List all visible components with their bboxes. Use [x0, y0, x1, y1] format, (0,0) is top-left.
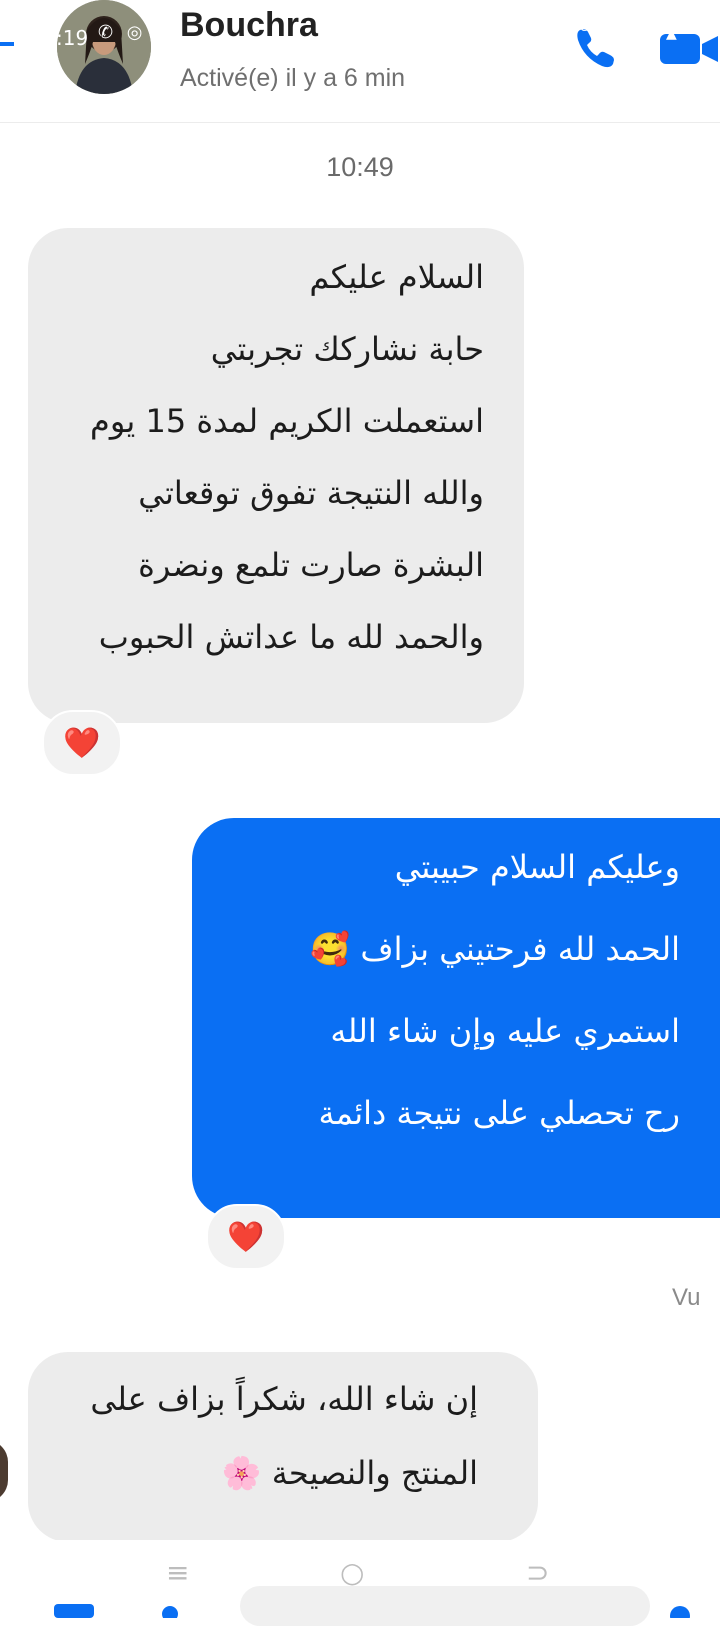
message-line: السلام عليكم [309, 258, 484, 296]
message-line: المنتج والنصيحة 🌸 [221, 1454, 478, 1492]
network-indicator: 4G [573, 21, 589, 34]
message-line: الحمد لله فرحتيني بزاف 🥰 [310, 930, 680, 968]
contact-name[interactable]: Bouchra [180, 6, 318, 45]
back-nav-icon[interactable]: ⊃ [526, 1556, 549, 1589]
recent-apps-icon[interactable]: ≡ [166, 1556, 189, 1589]
status-time: :19 [56, 26, 89, 50]
heart-icon: ❤️ [63, 725, 101, 761]
message-line: وعليكم السلام حبيبتي [394, 848, 680, 886]
message-line: والحمد لله ما عداتش الحبوب [98, 618, 484, 656]
message-line: البشرة صارت تلمع ونضرة [138, 546, 484, 584]
battery-indicator: ▲ [666, 26, 677, 42]
incoming-message-bubble[interactable]: إن شاء الله، شكراً بزاف على المنتج والنص… [28, 1352, 538, 1542]
message-line: إن شاء الله، شكراً بزاف على [90, 1380, 478, 1418]
emoji-icon[interactable] [660, 1596, 700, 1618]
message-line: حابة نشاركك تجربتي [210, 330, 484, 368]
incoming-message-bubble[interactable]: السلام عليكم حابة نشاركك تجربتي استعملت … [28, 228, 524, 723]
heart-reaction[interactable]: ❤️ [42, 710, 122, 776]
camera-icon[interactable] [150, 1596, 190, 1618]
home-icon[interactable]: ○ [340, 1556, 364, 1589]
chat-header: :19 ✆ ◎ ▣ ⊙ Bouchra Activé(e) il y a 6 m… [0, 0, 720, 123]
message-input[interactable] [240, 1586, 650, 1626]
sender-avatar[interactable] [0, 1440, 8, 1502]
apps-grid-icon[interactable] [54, 1596, 94, 1618]
message-line: استعملت الكريم لمدة 15 يوم [90, 402, 484, 440]
outgoing-message-bubble[interactable]: وعليكم السلام حبيبتي الحمد لله فرحتيني ب… [192, 818, 720, 1218]
message-timestamp: 10:49 [326, 152, 394, 182]
message-line: استمري عليه وإن شاء الله [330, 1012, 680, 1050]
message-line: والله النتيجة تفوق توقعاتي [138, 474, 484, 512]
heart-icon: ❤️ [227, 1219, 265, 1255]
heart-reaction[interactable]: ❤️ [206, 1204, 286, 1270]
activity-status: Activé(e) il y a 6 min [180, 64, 406, 92]
seen-indicator: Vu [672, 1284, 701, 1311]
back-arrow-icon[interactable] [0, 34, 14, 54]
message-line: رح تحصلي على نتيجة دائمة [318, 1094, 680, 1132]
